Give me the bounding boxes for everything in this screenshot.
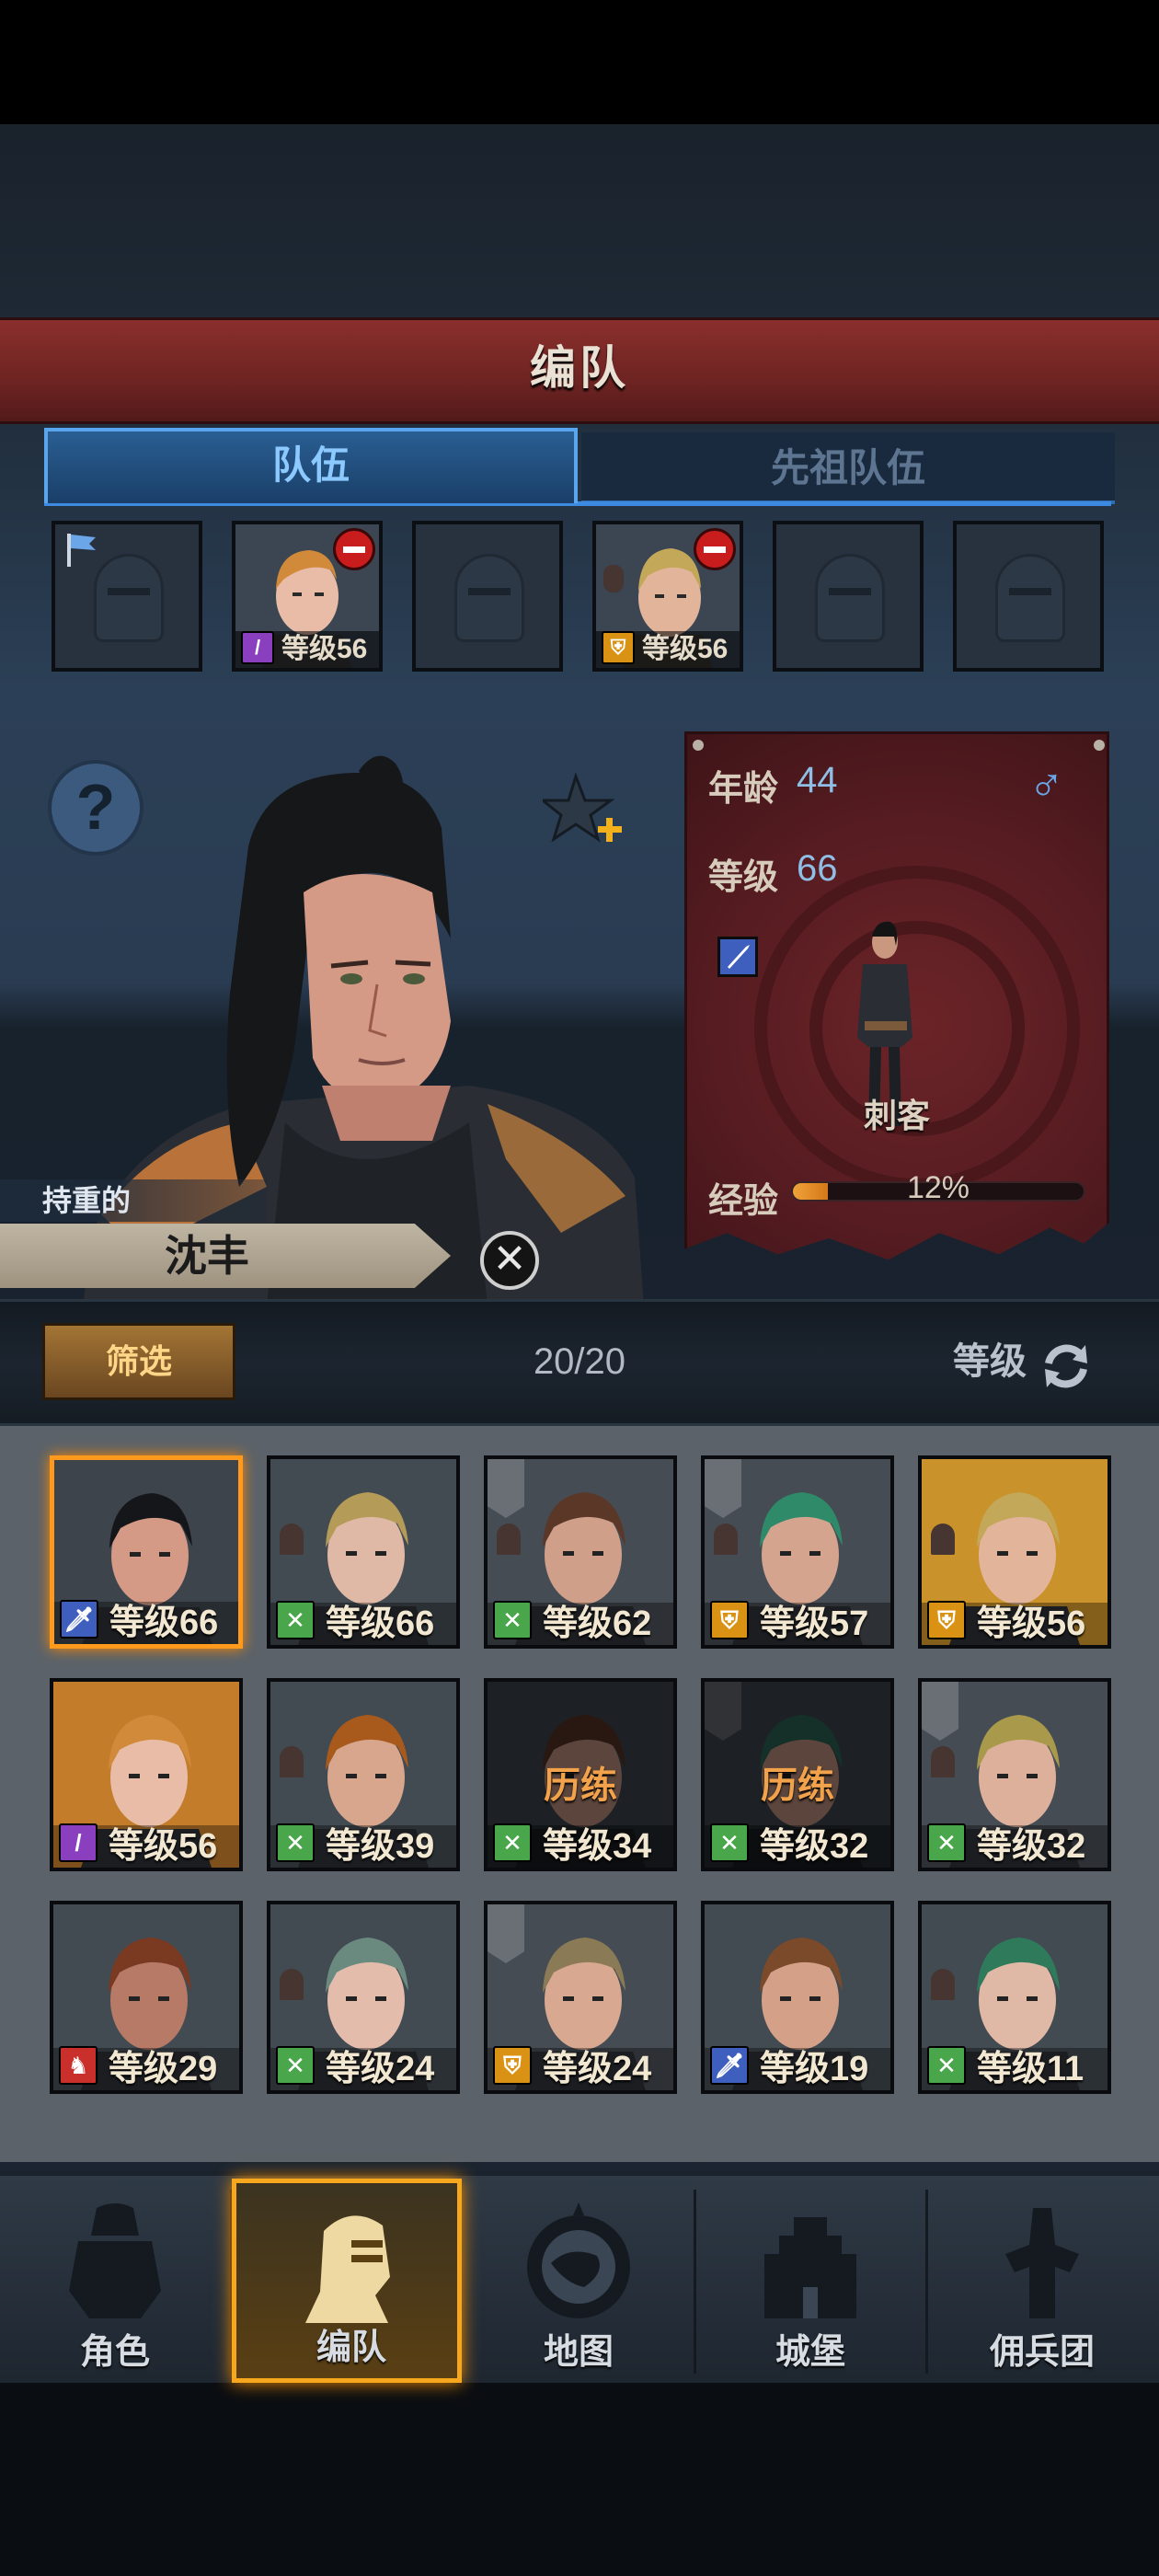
class-icon: ⛨ [710, 1601, 749, 1639]
level-label: 等级 [708, 858, 779, 897]
hero-name[interactable]: 沈丰 [0, 1224, 414, 1288]
empty-helmet-icon [995, 554, 1065, 642]
roster-card[interactable]: 等级39 ✕ [267, 1678, 460, 1871]
guild-banner-icon [705, 1459, 741, 1518]
page-title: 编队 [530, 342, 629, 394]
training-status: 历练 [761, 1765, 834, 1806]
guard-figure-icon [931, 1746, 955, 1777]
nav-mercenary[interactable]: 佣兵团 [927, 2179, 1157, 2383]
guard-figure-icon [931, 1524, 955, 1555]
guild-banner-icon [922, 1682, 958, 1741]
party-slot-5[interactable] [773, 521, 924, 672]
roster-card[interactable]: 等级66 ✕ [267, 1455, 460, 1649]
nav-label: 角色 [79, 2333, 150, 2372]
class-icon: ✕ [927, 1823, 966, 1862]
roster-card[interactable]: 等级66 🗡 [50, 1455, 243, 1649]
roster-card[interactable]: 等级19 🗡 [701, 1901, 894, 2094]
class-icon: ✕ [276, 1823, 315, 1862]
class-icon: / [59, 1823, 98, 1862]
roster-card[interactable]: 等级62 ✕ [484, 1455, 677, 1649]
roster-card[interactable]: 历练 等级32 ✕ [701, 1678, 894, 1871]
remove-member-button[interactable] [694, 528, 736, 570]
roster-card[interactable]: 等级24 ⛨ [484, 1901, 677, 2094]
party-slot-2[interactable]: 等级56 / [232, 521, 383, 672]
guild-banner-icon [488, 1904, 524, 1963]
guard-figure-icon [280, 1524, 304, 1555]
nav-label: 编队 [316, 2329, 386, 2367]
class-icon: ⛨ [927, 1601, 966, 1639]
guard-figure-icon [280, 1746, 304, 1777]
party-slot-6[interactable] [953, 521, 1104, 672]
level-value: 66 [797, 848, 838, 889]
class-icon: 🗡 [710, 2046, 749, 2085]
guard-figure-icon [280, 1969, 304, 2000]
exp-progress-fill [793, 1183, 828, 1200]
nav-character[interactable]: 角色 [0, 2179, 230, 2383]
empty-helmet-icon [94, 554, 164, 642]
favorite-star-icon[interactable] [543, 771, 625, 854]
class-icon: ⛨ [493, 2046, 532, 2085]
party-slot-1[interactable] [52, 521, 202, 672]
class-icon: ✕ [276, 1601, 315, 1639]
roster-card[interactable]: 等级56 ⛨ [918, 1455, 1111, 1649]
class-icon: ✕ [927, 2046, 966, 2085]
filter-button[interactable]: 筛选 [42, 1323, 235, 1400]
knight-icon [69, 2203, 161, 2318]
guard-figure-icon [497, 1524, 521, 1555]
tab-ancestor-team-label[interactable]: 先祖队伍 [581, 432, 1115, 504]
nav-label: 佣兵团 [989, 2333, 1095, 2372]
shield-icon: ⛨ [602, 631, 635, 664]
class-icon: 🗡 [60, 1600, 98, 1639]
hero-trait: 持重的 [0, 1179, 267, 1222]
age-label: 年龄 [708, 770, 779, 809]
exp-percent: 12% [906, 1170, 970, 1205]
nav-label: 城堡 [775, 2333, 845, 2372]
class-icon: ✕ [493, 1823, 532, 1862]
empty-helmet-icon [454, 554, 524, 642]
system-nav-area [0, 2383, 1159, 2576]
roster-card[interactable]: 等级24 ✕ [267, 1901, 460, 2094]
nav-map[interactable]: 地图 [464, 2179, 694, 2383]
nav-castle[interactable]: 城堡 [695, 2179, 925, 2383]
roster-card[interactable]: 等级29 ♞ [50, 1901, 243, 2094]
roster-card[interactable]: 等级11 ✕ [918, 1901, 1111, 2094]
roster-count: 20/20 [533, 1341, 626, 1382]
castle-icon [764, 2217, 856, 2318]
nav-label: 地图 [543, 2333, 614, 2372]
guard-figure-icon [714, 1524, 738, 1555]
nav-team[interactable]: 编队 [232, 2179, 462, 2383]
roster-card[interactable]: 等级56/ [50, 1678, 243, 1871]
class-name: 刺客 [863, 1097, 930, 1134]
dagger-class-icon [717, 937, 758, 977]
roster-card[interactable]: 等级57 ⛨ [701, 1455, 894, 1649]
roster-card[interactable]: 历练 等级34 ✕ [484, 1678, 677, 1871]
remove-member-button[interactable] [333, 528, 375, 570]
roster-card[interactable]: 等级32 ✕ [918, 1678, 1111, 1871]
training-status: 历练 [544, 1765, 617, 1806]
sort-button[interactable]: 等级 [953, 1323, 1036, 1400]
helmet-icon [305, 2215, 390, 2323]
leader-flag-icon [67, 534, 96, 567]
tab-team-label[interactable]: 队伍 [44, 428, 578, 503]
class-icon: ✕ [276, 2046, 315, 2085]
empty-helmet-icon [815, 554, 885, 642]
status-bar [0, 0, 1159, 124]
dismiss-hero-button[interactable]: ✕ [480, 1231, 539, 1290]
exp-label: 经验 [708, 1182, 779, 1221]
help-button[interactable]: ? [48, 760, 143, 856]
guard-figure-icon [931, 1969, 955, 2000]
mercenary-icon [1005, 2208, 1079, 2318]
compass-icon [527, 2202, 630, 2318]
refresh-sort-icon[interactable] [1039, 1340, 1093, 1393]
staff-icon: / [241, 631, 274, 664]
guild-banner-icon [488, 1459, 524, 1518]
party-slot-3[interactable] [412, 521, 563, 672]
male-gender-icon: ♂ [1028, 757, 1064, 811]
party-slot-4[interactable]: 等级56 ⛨ [592, 521, 743, 672]
class-icon: ♞ [59, 2046, 98, 2085]
age-value: 44 [797, 760, 838, 800]
class-icon: ✕ [493, 1601, 532, 1639]
class-icon: ✕ [710, 1823, 749, 1862]
